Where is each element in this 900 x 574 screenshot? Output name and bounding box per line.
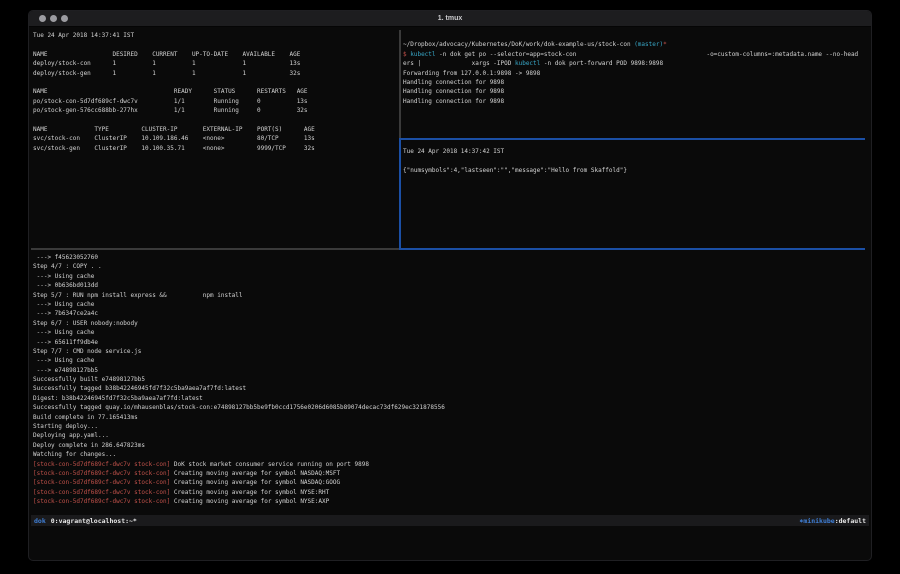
terminal-line: [33, 40, 399, 49]
terminal-line: Build complete in 77.165413ms: [33, 413, 865, 422]
terminal-line: [33, 116, 399, 125]
terminal-line: ---> Using cache: [33, 328, 865, 337]
terminal-line: Forwarding from 127.0.0.1:9898 -> 9898: [403, 69, 863, 78]
terminal-line: NAME DESIRED CURRENT UP-TO-DATE AVAILABL…: [33, 50, 399, 59]
window-titlebar[interactable]: 1. tmux: [29, 11, 871, 27]
terminal-line: [stock-con-5d7df689cf-dwc7v stock-con] C…: [33, 497, 865, 506]
kube-namespace: :default: [835, 517, 866, 525]
terminal-line: Step 4/7 : COPY . .: [33, 262, 865, 271]
window-title: 1. tmux: [29, 11, 871, 27]
terminal-line: ers | xargs -IPOD kubectl -n dok port-fo…: [403, 59, 863, 68]
terminal-line: deploy/stock-gen 1 1 1 1 32s: [33, 69, 399, 78]
terminal-line: ---> 0b636bd013dd: [33, 281, 865, 290]
pane-divider-horizontal-left: [31, 248, 399, 250]
terminal-line: [stock-con-5d7df689cf-dwc7v stock-con] C…: [33, 478, 865, 487]
pane-port-forward[interactable]: ~/Dropbox/advocacy/Kubernetes/DoK/work/d…: [403, 31, 863, 136]
terminal-line: Tue 24 Apr 2018 14:37:41 IST: [33, 31, 399, 40]
window-tab[interactable]: 0:vagrant@localhost:~*: [51, 517, 137, 525]
terminal-line: svc/stock-gen ClusterIP 10.100.35.71 <no…: [33, 144, 399, 153]
kube-context: minikube: [803, 517, 834, 525]
terminal-line: [403, 156, 863, 165]
terminal-line: [stock-con-5d7df689cf-dwc7v stock-con] C…: [33, 488, 865, 497]
terminal-line: deploy/stock-con 1 1 1 1 13s: [33, 59, 399, 68]
terminal-line: Successfully built e74898127bb5: [33, 375, 865, 384]
terminal-line: Watching for changes...: [33, 450, 865, 459]
terminal-line: NAME TYPE CLUSTER-IP EXTERNAL-IP PORT(S)…: [33, 125, 399, 134]
terminal-line: svc/stock-con ClusterIP 10.109.186.46 <n…: [33, 134, 399, 143]
terminal-line: {"numsymbols":4,"lastseen":"","message":…: [403, 166, 863, 175]
tmux-session: Tue 24 Apr 2018 14:37:41 IST NAME DESIRE…: [29, 28, 871, 560]
terminal-line: Step 7/7 : CMD node service.js: [33, 347, 865, 356]
terminal-line: ---> 65611ff9db4e: [33, 338, 865, 347]
terminal-line: ---> Using cache: [33, 300, 865, 309]
terminal-line: Digest: b38b42246945fd7f32c5ba9aea7af7fd…: [33, 394, 865, 403]
terminal-line: Successfully tagged quay.io/mhausenblas/…: [33, 403, 865, 412]
pane-divider-vertical-top: [399, 30, 401, 138]
tmux-status-bar: dok 0:vagrant@localhost:~* ⎈ minikube :d…: [31, 515, 869, 526]
terminal-line: Deploying app.yaml...: [33, 431, 865, 440]
terminal-line: [403, 31, 863, 40]
terminal-line: Starting deploy...: [33, 422, 865, 431]
pane-kubectl-watch[interactable]: Tue 24 Apr 2018 14:37:41 IST NAME DESIRE…: [33, 31, 399, 247]
terminal-line: [33, 78, 399, 87]
terminal-line: NAME READY STATUS RESTARTS AGE: [33, 87, 399, 96]
terminal-line: Handling connection for 9898: [403, 87, 863, 96]
status-right: ⎈ minikube :default: [799, 517, 866, 525]
terminal-window: 1. tmux Tue 24 Apr 2018 14:37:41 IST NAM…: [28, 10, 872, 561]
pane-divider-horizontal-active-top: [399, 138, 865, 140]
terminal-line: $ kubectl -n dok get po --selector=app=s…: [403, 50, 863, 59]
pane-divider-vertical-active: [399, 138, 401, 250]
terminal-line: ---> 7b6347ce2a4c: [33, 309, 865, 318]
terminal-line: [stock-con-5d7df689cf-dwc7v stock-con] D…: [33, 460, 865, 469]
terminal-line: [stock-con-5d7df689cf-dwc7v stock-con] C…: [33, 469, 865, 478]
terminal-line: Step 5/7 : RUN npm install express && np…: [33, 291, 865, 300]
terminal-line: ---> Using cache: [33, 272, 865, 281]
terminal-line: Successfully tagged b38b42246945fd7f32c5…: [33, 384, 865, 393]
terminal-line: Step 6/7 : USER nobody:nobody: [33, 319, 865, 328]
terminal-line: ~/Dropbox/advocacy/Kubernetes/DoK/work/d…: [403, 40, 863, 49]
terminal-line: Tue 24 Apr 2018 14:37:42 IST: [403, 147, 863, 156]
terminal-line: Deploy complete in 286.647823ms: [33, 441, 865, 450]
terminal-line: ---> f45623052760: [33, 253, 865, 262]
terminal-line: ---> e74898127bb5: [33, 366, 865, 375]
session-name: dok: [34, 517, 46, 525]
terminal-line: ---> Using cache: [33, 356, 865, 365]
terminal-line: Handling connection for 9898: [403, 78, 863, 87]
pane-service-output-active[interactable]: Tue 24 Apr 2018 14:37:42 IST {"numsymbol…: [403, 143, 863, 246]
pane-divider-horizontal-active-bottom: [399, 248, 865, 250]
terminal-line: Handling connection for 9898: [403, 97, 863, 106]
terminal-line: po/stock-gen-576cc688bb-277hx 1/1 Runnin…: [33, 106, 399, 115]
terminal-line: po/stock-con-5d7df689cf-dwc7v 1/1 Runnin…: [33, 97, 399, 106]
pane-skaffold-dev[interactable]: ---> f45623052760Step 4/7 : COPY . . ---…: [33, 251, 865, 513]
